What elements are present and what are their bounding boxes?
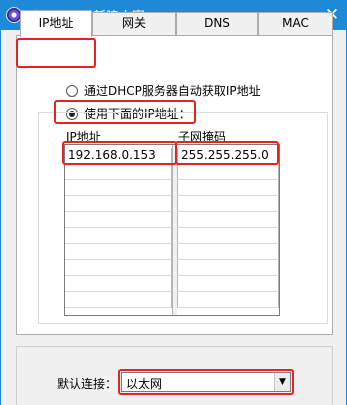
table-row xyxy=(65,276,279,292)
mask-column-header: 子网掩码 xyxy=(178,130,227,144)
table-row: 192.168.0.153 255.255.255.0 xyxy=(65,148,279,164)
table-row xyxy=(65,164,279,180)
table-row xyxy=(65,212,279,228)
ip-address-cell[interactable] xyxy=(65,244,172,260)
table-row xyxy=(65,180,279,196)
ip-address-cell[interactable] xyxy=(65,292,172,308)
ip-address-cell[interactable] xyxy=(65,164,172,180)
tab-label: IP地址 xyxy=(38,16,74,30)
ip-address-cell[interactable]: 192.168.0.153 xyxy=(65,148,172,164)
subnet-mask-cell[interactable] xyxy=(177,292,279,308)
subnet-mask-cell[interactable] xyxy=(177,228,279,244)
dhcp-option[interactable]: 通过DHCP服务器自动获取IP地址 xyxy=(66,82,261,99)
table-row xyxy=(65,244,279,260)
ip-address-cell[interactable] xyxy=(65,276,172,292)
subnet-mask-cell[interactable] xyxy=(177,212,279,228)
table-row xyxy=(65,260,279,276)
tab-label: MAC xyxy=(282,16,309,30)
table-row xyxy=(65,228,279,244)
default-connection-label: 默认连接： xyxy=(57,377,118,391)
tab-gateway[interactable]: 网关 xyxy=(92,12,176,35)
tab-dns[interactable]: DNS xyxy=(176,12,258,35)
subnet-mask-cell[interactable] xyxy=(177,276,279,292)
table-row xyxy=(65,196,279,212)
subnet-mask-cell[interactable]: 255.255.255.0 xyxy=(177,148,279,164)
table-row xyxy=(65,292,279,308)
dhcp-label: 通过DHCP服务器自动获取IP地址 xyxy=(84,84,261,98)
ip-address-cell[interactable] xyxy=(65,228,172,244)
ip-address-cell[interactable] xyxy=(65,180,172,196)
subnet-mask-cell[interactable] xyxy=(177,196,279,212)
subnet-mask-cell[interactable] xyxy=(177,260,279,276)
subnet-mask-cell[interactable] xyxy=(177,164,279,180)
subnet-mask-cell[interactable] xyxy=(177,180,279,196)
tab-mac[interactable]: MAC xyxy=(258,12,333,35)
ip-address-cell[interactable] xyxy=(65,196,172,212)
chevron-down-icon[interactable]: ▼ xyxy=(274,373,290,391)
ip-address-cell[interactable] xyxy=(65,212,172,228)
ip-address-cell[interactable] xyxy=(65,260,172,276)
ip-address-table: 192.168.0.153 255.255.255.0 xyxy=(64,144,280,316)
tab-label: 网关 xyxy=(121,16,146,30)
ip-column-header: IP地址 xyxy=(66,130,101,144)
default-connection-select[interactable]: 以太网 ▼ xyxy=(121,372,291,392)
tab-label: DNS xyxy=(204,16,230,30)
tab-ip-address[interactable]: IP地址 xyxy=(20,10,92,37)
dhcp-radio[interactable] xyxy=(66,84,78,97)
selected-connection: 以太网 xyxy=(126,377,163,391)
subnet-mask-cell[interactable] xyxy=(177,244,279,260)
